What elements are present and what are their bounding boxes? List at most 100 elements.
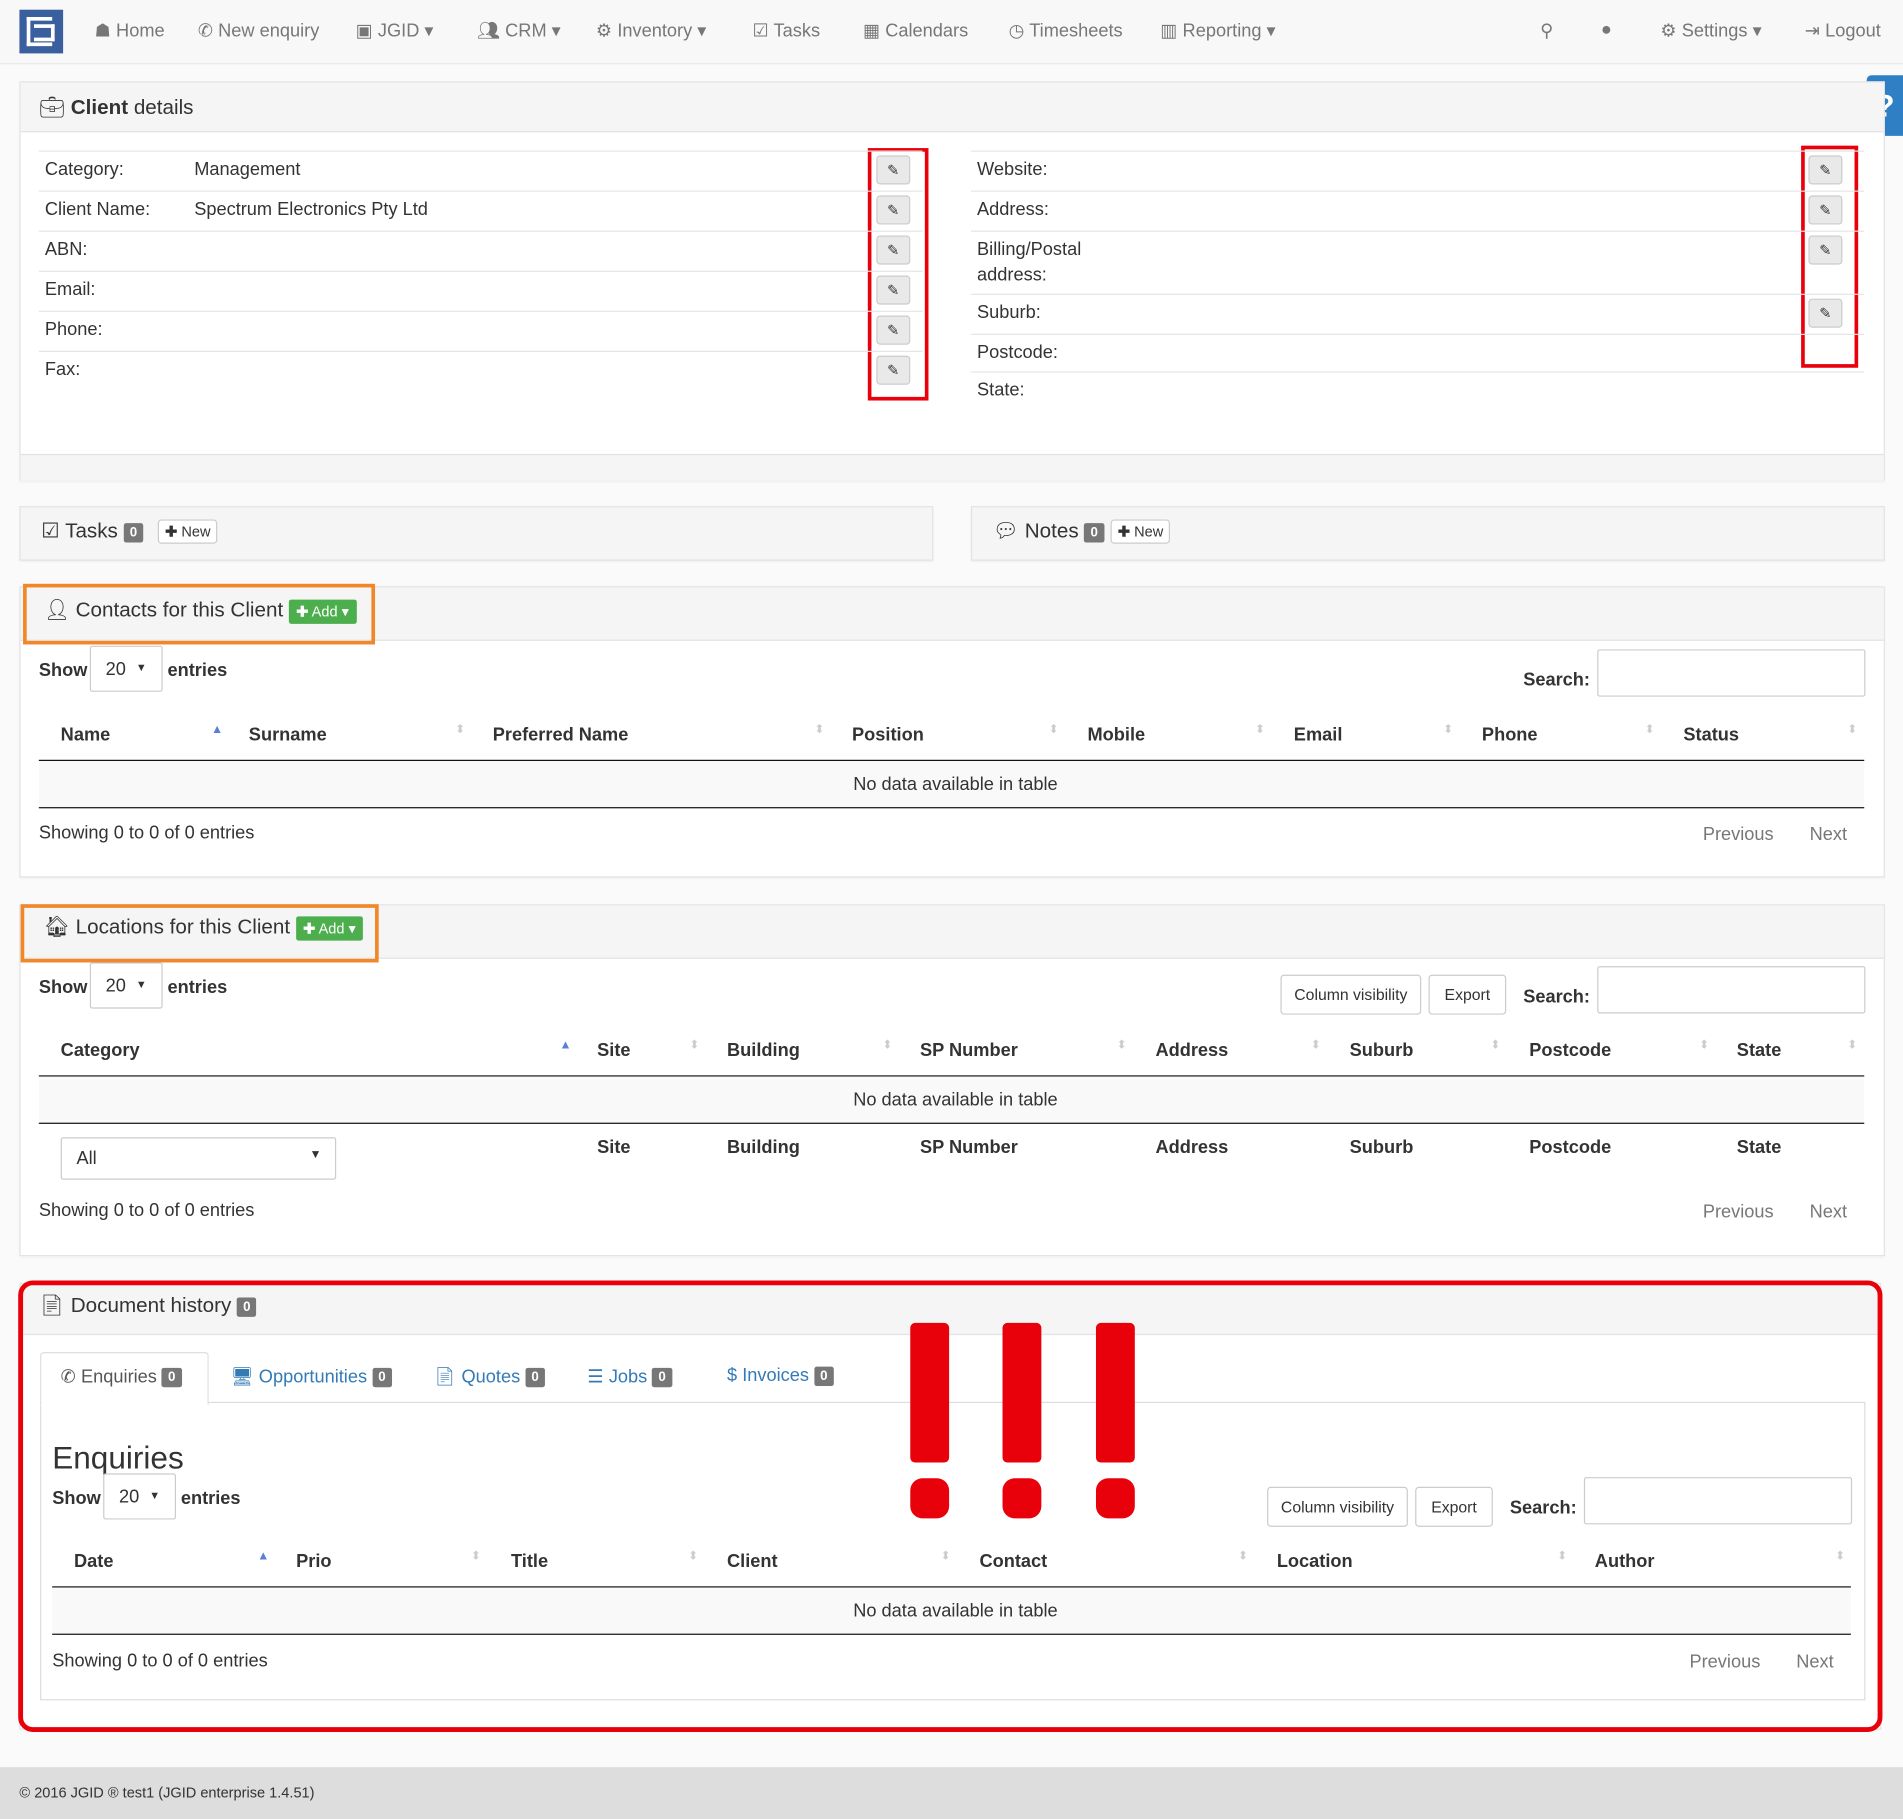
sort-icon[interactable]: ⬍ <box>455 723 465 736</box>
field-label: Phone: <box>44 319 103 340</box>
column-header[interactable]: Status <box>1683 725 1739 746</box>
sort-asc-icon[interactable]: ▲ <box>560 1039 572 1052</box>
logout-link[interactable]: ⇥ Logout <box>1805 19 1881 42</box>
nav-item-inventory[interactable]: ⚙ Inventory ▾ <box>595 19 706 42</box>
nav-item-jgid[interactable]: ▣ JGID ▾ <box>356 19 434 42</box>
sort-icon[interactable]: ⬍ <box>814 723 824 736</box>
field-label: Address: <box>977 199 1049 220</box>
nav-item-home[interactable]: ☗ Home <box>94 19 165 42</box>
sort-icon[interactable]: ⬍ <box>1645 723 1655 736</box>
page: ⚲ ● ⚙ Settings ▾ ⇥ Logout ? 💼︎ Client de… <box>0 0 1903 1819</box>
export-button[interactable]: Export <box>1428 974 1507 1015</box>
edit-field-button[interactable]: ✎ <box>876 195 911 225</box>
column-visibility-button[interactable]: Column visibility <box>1280 974 1422 1015</box>
edit-field-button[interactable]: ✎ <box>876 355 911 385</box>
footer-column-label: Postcode <box>1529 1137 1612 1158</box>
row-divider <box>970 293 1865 295</box>
column-header[interactable]: Postcode <box>1529 1040 1611 1061</box>
sort-icon[interactable]: ⬍ <box>1049 723 1059 736</box>
nav-item-crm[interactable]: 👥︎ CRM ▾ <box>477 19 561 42</box>
column-header[interactable]: Email <box>1294 725 1343 746</box>
client-details-panel <box>19 81 1885 481</box>
next-button[interactable]: Next <box>1810 824 1847 845</box>
edit-field-button[interactable]: ✎ <box>1808 195 1843 225</box>
check-square-icon: ☑ <box>41 519 66 543</box>
sort-icon[interactable]: ⬍ <box>1443 723 1453 736</box>
previous-button[interactable]: Previous <box>1703 824 1774 845</box>
locations-annotation <box>20 904 379 963</box>
clock-icon: ◷ <box>1008 20 1030 42</box>
edit-field-button[interactable]: ✎ <box>876 275 911 305</box>
nav-item-timesheets[interactable]: ◷ Timesheets <box>1008 19 1123 42</box>
sort-icon[interactable]: ⬍ <box>1255 723 1265 736</box>
search-icon[interactable]: ⚲ <box>1540 19 1553 42</box>
sort-asc-icon[interactable]: ▲ <box>211 723 223 736</box>
settings-menu[interactable]: ⚙ Settings ▾ <box>1660 19 1761 42</box>
edit-field-button[interactable]: ✎ <box>876 315 911 345</box>
nav-item-label: Tasks <box>773 20 821 42</box>
field-label: State: <box>977 379 1025 401</box>
nav-item-reporting[interactable]: ▥ Reporting ▾ <box>1160 19 1275 42</box>
page-size-select[interactable] <box>89 962 163 1009</box>
field-label: Email: <box>44 279 96 300</box>
column-header[interactable]: Preferred Name <box>493 725 629 746</box>
row-divider <box>970 150 1865 152</box>
sort-icon[interactable]: ⬍ <box>689 1039 699 1052</box>
next-button[interactable]: Next <box>1810 1202 1847 1223</box>
column-header[interactable]: Building <box>727 1040 800 1061</box>
row-divider <box>38 190 923 192</box>
field-label: Suburb: <box>977 302 1041 323</box>
field-label: ABN: <box>44 239 88 260</box>
edit-field-button[interactable]: ✎ <box>876 235 911 265</box>
column-header[interactable]: Address <box>1155 1040 1228 1061</box>
column-header[interactable]: Name <box>61 725 111 746</box>
category-filter-select[interactable]: All ▼ <box>60 1137 337 1180</box>
sort-icon[interactable]: ⬍ <box>1490 1039 1500 1052</box>
edit-field-button[interactable]: ✎ <box>1808 298 1843 328</box>
previous-button[interactable]: Previous <box>1703 1202 1774 1223</box>
sort-icon[interactable]: ⬍ <box>1847 723 1857 736</box>
field-label: address: <box>977 264 1047 286</box>
caret-down-icon: ▼ <box>135 978 147 991</box>
edit-field-button[interactable]: ✎ <box>876 155 911 185</box>
nav-item-label: New enquiry <box>218 20 320 42</box>
new-task-button[interactable]: ✚ New <box>157 519 218 544</box>
search-input[interactable] <box>1597 649 1866 697</box>
nav-item-calendars[interactable]: ▦ Calendars <box>863 19 968 42</box>
new-note-button[interactable]: ✚ New <box>1110 519 1171 544</box>
page-size-select[interactable] <box>89 645 163 692</box>
entries-label: entries <box>167 660 228 681</box>
edit-field-button[interactable]: ✎ <box>1808 235 1843 265</box>
sort-icon[interactable]: ⬍ <box>1117 1039 1127 1052</box>
column-header[interactable]: SP Number <box>920 1040 1018 1061</box>
contacts-annotation <box>23 583 376 645</box>
field-label: Billing/Postal <box>977 239 1082 260</box>
column-header[interactable]: Mobile <box>1087 725 1145 746</box>
nav-item-tasks[interactable]: ☑ Tasks <box>752 19 821 42</box>
cubes-icon: ⚙ <box>595 20 618 42</box>
field-label: Category: <box>44 158 124 180</box>
sort-icon[interactable]: ⬍ <box>1699 1039 1709 1052</box>
page-footer: © 2016 JGID ® test1 (JGID enterprise 1.4… <box>0 1767 1903 1819</box>
edit-field-button[interactable]: ✎ <box>1808 155 1843 185</box>
home-icon: ☗ <box>94 20 117 42</box>
globe-icon[interactable]: ● <box>1601 19 1612 40</box>
sort-icon[interactable]: ⬍ <box>1311 1039 1321 1052</box>
column-header[interactable]: Suburb <box>1350 1040 1414 1061</box>
jgid-logo[interactable] <box>19 9 64 54</box>
sort-icon[interactable]: ⬍ <box>882 1039 892 1052</box>
column-header[interactable]: Site <box>597 1040 630 1061</box>
showing-info: Showing 0 to 0 of 0 entries <box>38 1200 255 1221</box>
notes-count-badge: 0 <box>1084 522 1104 542</box>
column-header[interactable]: Phone <box>1482 725 1538 746</box>
column-header[interactable]: Category <box>61 1040 140 1061</box>
sort-icon[interactable]: ⬍ <box>1847 1039 1857 1052</box>
row-divider <box>38 310 923 312</box>
nav-item-newenquiry[interactable]: ✆ New enquiry <box>198 19 320 42</box>
field-value: Spectrum Electronics Pty Ltd <box>194 199 428 220</box>
column-header[interactable]: Position <box>852 725 924 746</box>
column-header[interactable]: Surname <box>249 725 327 746</box>
footer-column-label: Address <box>1155 1137 1229 1158</box>
column-header[interactable]: State <box>1737 1040 1782 1061</box>
search-input[interactable] <box>1597 966 1866 1014</box>
